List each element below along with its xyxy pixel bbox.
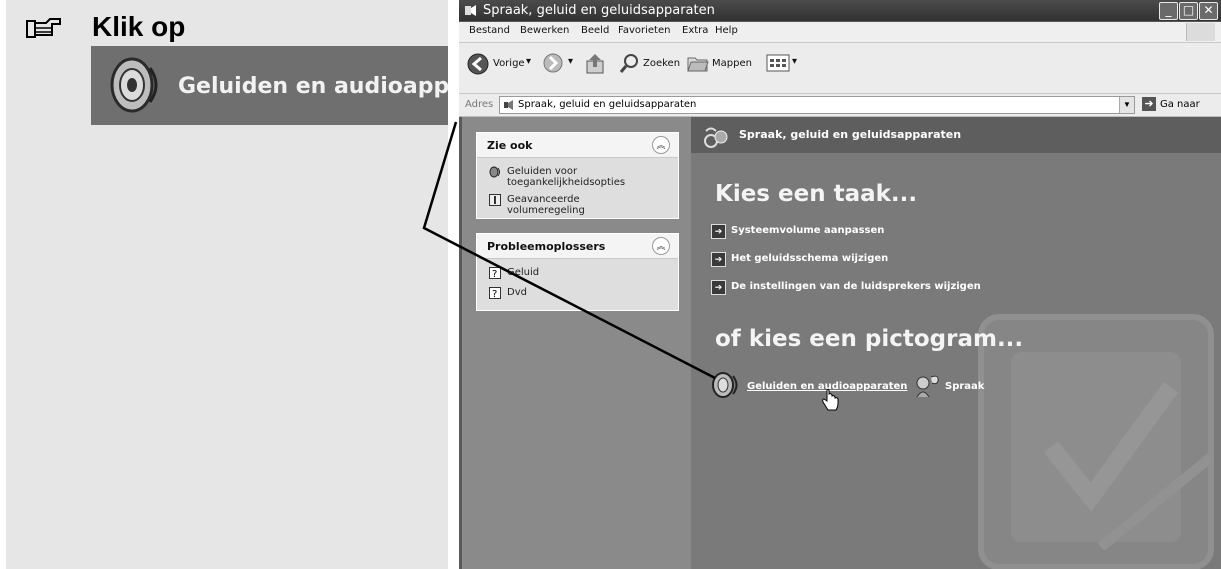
troubleshooter-item-label: Geluid [507,267,540,278]
speaker-icon [489,166,500,178]
speech-sound-icon [504,100,513,110]
speech-sound-icon [704,127,728,148]
explorer-window: Spraak, geluid en geluidsapparaten _ □ ✕… [459,0,1221,569]
troubleshooters-header[interactable]: Probleemoplossers ︽ [477,234,678,259]
search-icon[interactable] [619,52,641,74]
search-button-label[interactable]: Zoeken [643,58,680,69]
forward-dropdown-icon[interactable]: ▾ [568,56,573,67]
see-also-title: Zie ook [487,139,533,152]
arrow-right-icon: ➔ [711,224,726,239]
windows-logo-icon [1186,23,1215,41]
zoomed-sound-item: Geluiden en audioapparaten [91,46,448,125]
minimize-button[interactable]: _ [1159,2,1178,20]
address-field[interactable]: Spraak, geluid en geluidsapparaten ▼ [499,96,1135,114]
help-icon: ? [489,267,501,279]
speech-link[interactable]: Spraak [913,371,984,404]
arrow-right-icon: ➔ [711,280,726,295]
pointing-hand-icon [26,18,61,38]
menu-extra[interactable]: Extra [682,25,708,36]
help-icon: ? [489,287,501,299]
menu-bestand[interactable]: Bestand [469,25,510,36]
task-label[interactable]: De instellingen van de luidsprekers wijz… [731,281,981,292]
category-content: Spraak, geluid en geluidsapparaten Kies … [691,117,1221,569]
zoomed-sound-label: Geluiden en audioapparaten [178,74,448,99]
speech-label[interactable]: Spraak [945,381,984,392]
task-label[interactable]: Het geluidsschema wijzigen [731,253,888,264]
collapse-icon[interactable]: ︽ [652,136,670,154]
toolbar: Vorige ▾ ▾ Zoeken Mappen ▾ [459,43,1221,94]
see-also-item-label: Geavanceerde volumeregeling [507,194,585,216]
category-title: Spraak, geluid en geluidsapparaten [739,128,962,141]
see-also-item-label: Geluiden voor toegankelijkheidsopties [507,166,626,188]
title-bar[interactable]: Spraak, geluid en geluidsapparaten _ □ ✕ [459,0,1221,21]
hand-cursor-icon [822,389,839,411]
back-button-label[interactable]: Vorige [493,58,525,69]
category-header: Spraak, geluid en geluidsapparaten [691,117,1221,153]
task-heading: Kies een taak... [715,181,918,207]
speaker-icon [110,57,158,113]
sound-audio-devices-link[interactable]: Geluiden en audioapparaten [711,371,907,404]
task-pane: Zie ook ︽ Geluiden voor toegankelijkheid… [462,117,691,569]
speaker-icon [712,372,738,398]
svg-text:?: ? [492,289,497,299]
view-dropdown-icon[interactable]: ▾ [792,56,797,67]
arrow-right-icon: ➔ [711,252,726,267]
menu-favorieten[interactable]: Favorieten [618,25,670,36]
go-arrow-icon[interactable]: ➜ [1142,97,1156,111]
instruction-title: Klik op [92,11,186,42]
speech-sound-icon [465,5,476,16]
address-bar: Adres Spraak, geluid en geluidsapparaten… [459,94,1221,117]
collapse-icon[interactable]: ︽ [652,237,670,255]
menu-beeld[interactable]: Beeld [581,25,609,36]
task-label[interactable]: Systeemvolume aanpassen [731,225,884,236]
volume-control-icon [489,194,501,206]
speech-icon [916,375,939,398]
back-dropdown-icon[interactable]: ▾ [526,56,531,67]
folders-icon[interactable] [686,52,710,74]
menu-help[interactable]: Help [715,25,738,36]
window-title: Spraak, geluid en geluidsapparaten [483,3,715,18]
view-icon[interactable] [766,52,790,74]
troubleshooters-panel: Probleemoplossers ︽ ? Geluid ? Dvd [476,233,679,311]
address-label: Adres [465,99,494,110]
icon-heading: of kies een pictogram... [715,326,1024,352]
address-value: Spraak, geluid en geluidsapparaten [518,99,697,110]
folder-up-icon[interactable] [585,52,607,76]
folders-button-label[interactable]: Mappen [712,58,752,69]
menu-bar: Bestand Bewerken Beeld Favorieten Extra … [459,22,1221,43]
address-dropdown-icon[interactable]: ▼ [1119,97,1134,113]
troubleshooters-title: Probleemoplossers [487,240,606,253]
close-button[interactable]: ✕ [1199,2,1218,20]
troubleshooter-item-label: Dvd [507,287,527,298]
maximize-button[interactable]: □ [1179,2,1198,20]
see-also-header[interactable]: Zie ook ︽ [477,133,678,158]
go-button-label[interactable]: Ga naar [1160,99,1200,110]
back-arrow-icon[interactable] [466,52,490,76]
see-also-panel: Zie ook ︽ Geluiden voor toegankelijkheid… [476,132,679,219]
menu-bewerken[interactable]: Bewerken [520,25,569,36]
svg-text:?: ? [492,269,497,279]
forward-arrow-icon[interactable] [542,52,564,74]
